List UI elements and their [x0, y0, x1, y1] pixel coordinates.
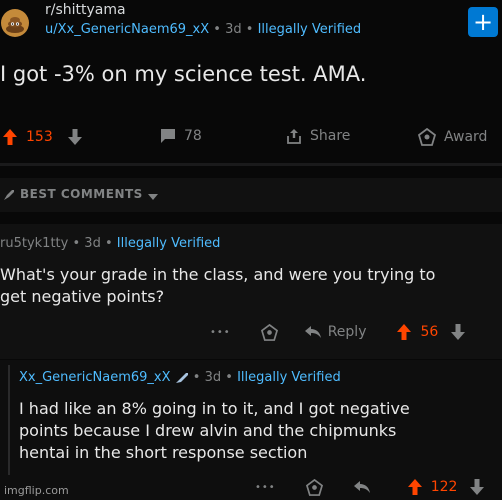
sword-icon — [175, 372, 188, 383]
separator-dot: • — [225, 370, 233, 385]
comment-meta: Xx_GenericNaem69_xX • 3d • Illegally Ver… — [19, 370, 341, 385]
comment-author[interactable]: ru5tyk1tty — [0, 236, 68, 251]
subreddit-avatar[interactable] — [1, 9, 29, 37]
reply-arrow-icon[interactable] — [304, 325, 322, 339]
join-button[interactable]: + — [468, 7, 498, 37]
comment-line: get negative points? — [0, 287, 165, 306]
downvote-arrow-icon[interactable] — [469, 478, 485, 496]
separator-dot: • — [192, 370, 201, 385]
thread-line — [8, 365, 10, 475]
comment-meta: ru5tyk1tty • 3d • Illegally Verified — [0, 236, 220, 251]
comment-flair: Illegally Verified — [237, 370, 341, 385]
comment-flair: Illegally Verified — [116, 236, 221, 251]
share-icon — [287, 129, 301, 144]
award-button[interactable]: Award — [418, 128, 487, 146]
comment-actions: ••• Reply 56 — [210, 323, 466, 341]
post-age: 3d — [225, 22, 242, 37]
poop-emoji-icon — [6, 17, 24, 33]
sort-label: BEST COMMENTS — [20, 187, 143, 201]
share-label: Share — [310, 128, 351, 144]
comment-body: I had like an 8% going in to it, and I g… — [19, 398, 410, 464]
comment-age: 3d — [204, 370, 222, 385]
share-button[interactable]: Share — [286, 128, 350, 144]
reply-button[interactable]: Reply — [328, 324, 367, 340]
award-icon[interactable] — [305, 478, 323, 496]
post-action-bar: 153 78 Share Award — [0, 118, 502, 158]
separator-dot: • — [104, 236, 113, 251]
comment-bubble-icon — [161, 129, 175, 143]
watermark: imgflip.com — [4, 484, 69, 497]
downvote-arrow-icon[interactable] — [450, 323, 466, 341]
comment-score: 56 — [420, 324, 439, 340]
comment-line: hentai in the short response section — [19, 443, 308, 462]
upvote-arrow-icon[interactable] — [2, 128, 18, 146]
downvote-arrow-icon[interactable] — [67, 128, 83, 146]
rocket-icon — [4, 190, 14, 200]
chevron-down-icon — [148, 194, 158, 200]
comment: ru5tyk1tty • 3d • Illegally Verified Wha… — [0, 224, 502, 359]
reply-arrow-icon[interactable] — [353, 480, 371, 494]
comment-sort-bar[interactable]: BEST COMMENTS — [0, 178, 502, 212]
comments-button[interactable]: 78 — [160, 128, 202, 144]
post-score: 153 — [26, 129, 53, 145]
section-divider — [0, 163, 502, 166]
upvote-arrow-icon[interactable] — [407, 478, 423, 496]
comment-body: What's your grade in the class, and were… — [0, 264, 435, 308]
comment-line: What's your grade in the class, and were… — [0, 265, 436, 284]
comment-count: 78 — [184, 128, 202, 144]
upvote-arrow-icon[interactable] — [396, 323, 412, 341]
post-author[interactable]: u/Xx_GenericNaem69_xX — [45, 22, 209, 37]
post-header: r/shittyama u/Xx_GenericNaem69_xX • 3d •… — [0, 0, 502, 46]
reply-comment: Xx_GenericNaem69_xX • 3d • Illegally Ver… — [0, 360, 502, 500]
comment-line: points because I drew alvin and the chip… — [19, 421, 397, 440]
separator-dot: • — [245, 22, 254, 37]
post-flair: Illegally Verified — [257, 22, 362, 37]
separator-dot: • — [72, 236, 81, 251]
award-icon[interactable] — [260, 323, 278, 341]
comment-score: 122 — [430, 479, 458, 495]
comment-line: I had like an 8% going in to it, and I g… — [19, 399, 410, 418]
comment-author[interactable]: Xx_GenericNaem69_xX — [19, 370, 171, 385]
award-label: Award — [444, 129, 488, 145]
award-icon — [418, 128, 436, 146]
comment-actions: ••• 122 — [255, 478, 485, 496]
comment-age: 3d — [84, 236, 101, 251]
post-vote-group: 153 — [2, 128, 83, 146]
post-title[interactable]: I got -3% on my science test. AMA. — [0, 62, 366, 86]
more-options-icon[interactable]: ••• — [210, 327, 231, 338]
post-meta: u/Xx_GenericNaem69_xX • 3d • Illegally V… — [45, 22, 361, 37]
more-options-icon[interactable]: ••• — [255, 482, 276, 493]
subreddit-name[interactable]: r/shittyama — [45, 2, 126, 18]
separator-dot: • — [213, 22, 221, 37]
